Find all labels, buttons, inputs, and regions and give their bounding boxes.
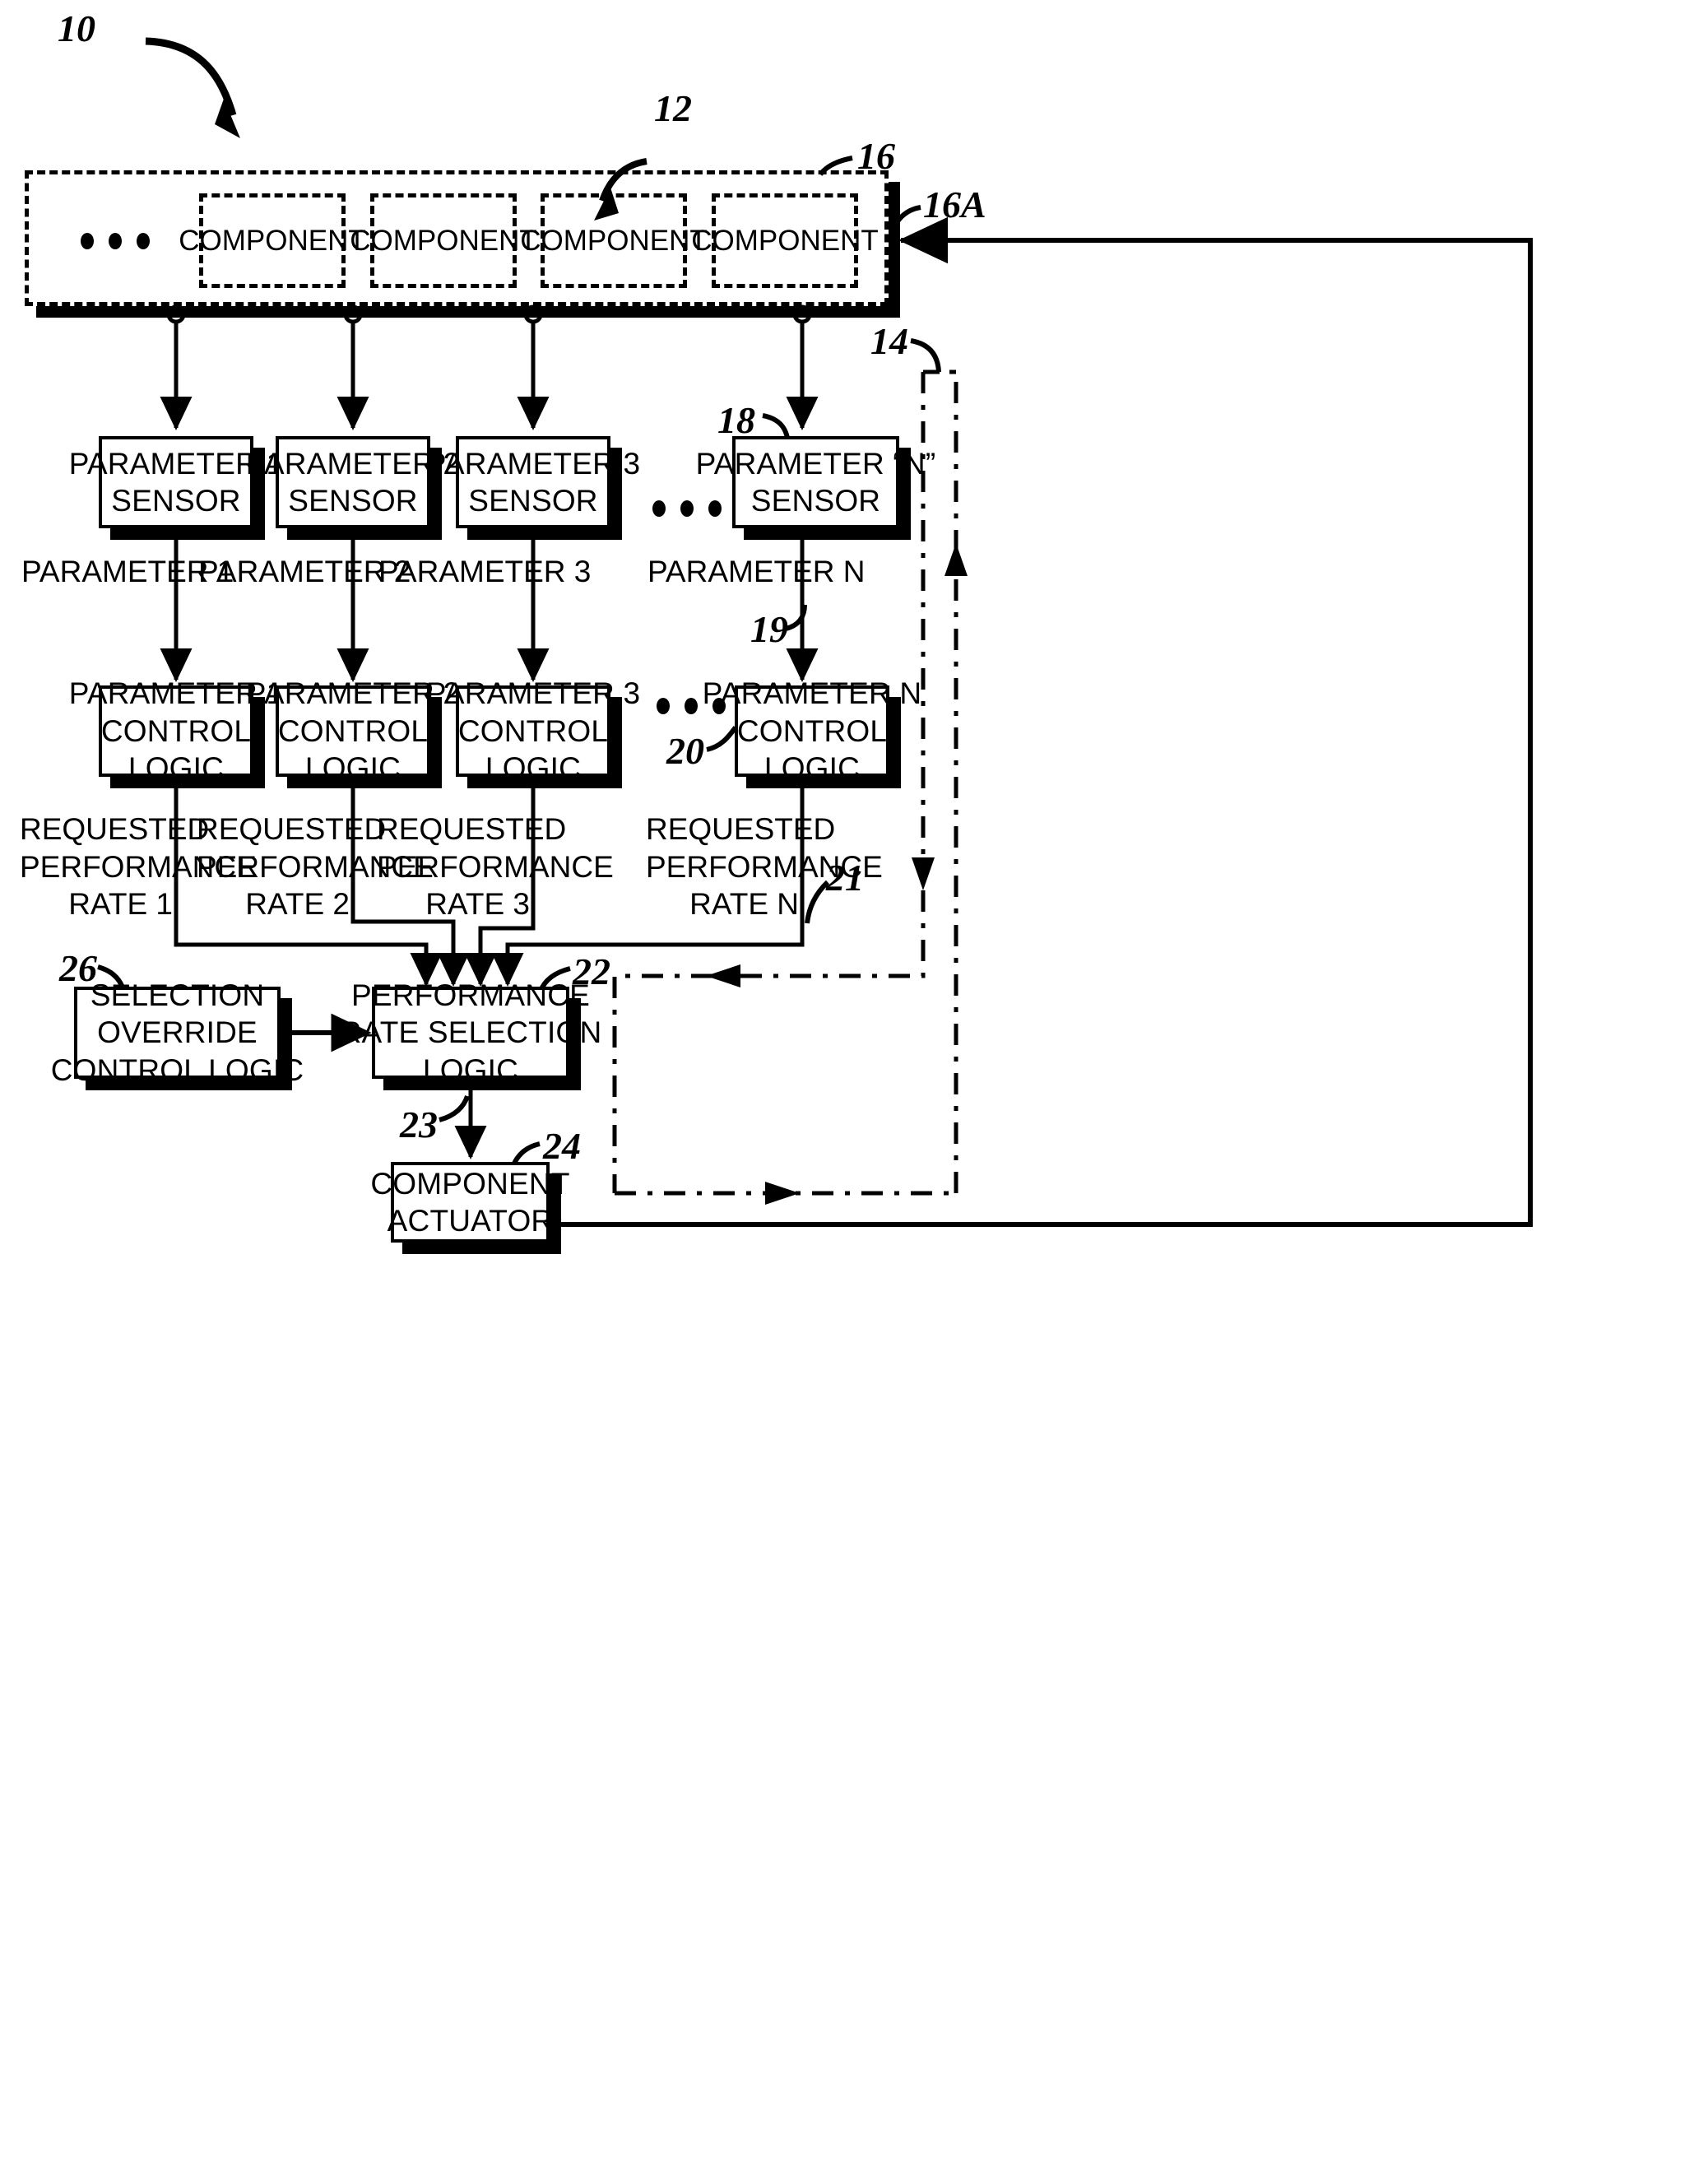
sensor-label-line1: PARAMETER “N” <box>695 446 936 481</box>
sensor-label-line2: SENSOR <box>111 484 241 518</box>
control-logic-line2: CONTROL <box>277 713 429 748</box>
performance-rate-selection-logic-box: PERFORMANCE RATE SELECTION LOGIC <box>340 978 602 1087</box>
sensor-tap-2 <box>336 304 369 431</box>
leader-10 <box>145 37 240 138</box>
component-box-1: COMPONENT <box>179 193 366 288</box>
control-logic-row-ellipsis <box>657 698 726 714</box>
component-label: COMPONENT <box>179 224 366 257</box>
requested-rate-line3: RATE 1 <box>68 887 173 921</box>
ref-numeral-23: 23 <box>400 1103 438 1145</box>
selection-override-line3: CONTROL LOGIC <box>50 1052 304 1087</box>
ref-numeral-14: 14 <box>870 320 908 362</box>
requested-rate-line2: PERFORMANCE <box>646 849 883 884</box>
ref-numeral-12: 12 <box>654 87 692 129</box>
sensor-tap-n <box>786 304 819 431</box>
sensor-label-line2: SENSOR <box>750 484 881 518</box>
control-logic-box-1: PARAMETER 1 CONTROL LOGIC <box>69 676 283 785</box>
patent-figure-canvas: 10 12 16 16A 14 18 19 20 21 22 23 24 26 … <box>0 0 1708 2179</box>
control-logic-box-3: PARAMETER 3 CONTROL LOGIC <box>426 676 640 785</box>
sensor-row-ellipsis <box>652 500 722 517</box>
requested-rate-label-1: REQUESTED PERFORMANCE RATE 1 <box>20 811 257 923</box>
ref-numeral-19: 19 <box>750 608 788 650</box>
ref-numeral-20: 20 <box>666 730 704 772</box>
sensor-tap-1 <box>160 304 193 431</box>
sensor-label-line1: PARAMETER 3 <box>425 446 641 481</box>
control-logic-line3: LOGIC <box>485 751 582 786</box>
component-box-2: COMPONENT <box>350 193 537 288</box>
control-logic-line3: LOGIC <box>304 751 401 786</box>
requested-rate-label-n: REQUESTED PERFORMANCE RATE N <box>646 811 883 923</box>
leader-14 <box>910 338 941 373</box>
ref-numeral-16a: 16A <box>923 184 986 225</box>
control-logic-line3: LOGIC <box>128 751 225 786</box>
control-logic-line3: LOGIC <box>763 751 861 786</box>
rate-selection-line3: LOGIC <box>422 1052 519 1087</box>
sensor-label-line2: SENSOR <box>468 484 598 518</box>
rate-selection-line2: RATE SELECTION <box>339 1015 602 1050</box>
sensor-label-line2: SENSOR <box>288 484 418 518</box>
leader-21 <box>805 880 830 924</box>
requested-rate-line2: PERFORMANCE <box>377 849 614 884</box>
requested-rate-line1: REQUESTED <box>197 812 387 846</box>
actuator-line1: COMPONENT <box>370 1166 570 1201</box>
sensor-tap-3 <box>517 304 550 431</box>
requested-rate-line1: REQUESTED <box>20 812 210 846</box>
rate-selection-line1: PERFORMANCE <box>351 978 590 1012</box>
requested-rate-line3: RATE N <box>689 887 799 921</box>
requested-rate-label-2: REQUESTED PERFORMANCE RATE 2 <box>197 811 434 923</box>
sensor-box-1: PARAMETER 1 SENSOR <box>69 436 283 528</box>
requested-rate-line3: RATE 3 <box>425 887 530 921</box>
requested-rate-line1: REQUESTED <box>646 812 836 846</box>
component-label: COMPONENT <box>350 224 537 257</box>
sensor-box-3: PARAMETER 3 SENSOR <box>426 436 640 528</box>
leader-23 <box>439 1094 470 1122</box>
selection-override-line2: OVERRIDE <box>97 1015 258 1050</box>
actuator-line2: ACTUATOR <box>387 1204 554 1238</box>
selection-override-control-logic-box: SELECTION OVERRIDE CONTROL LOGIC <box>51 978 304 1087</box>
component-box-3: COMPONENT <box>520 193 708 288</box>
leader-16a <box>889 205 921 236</box>
control-logic-line2: CONTROL <box>100 713 252 748</box>
parameter-signal-label-n: PARAMETER N <box>647 555 866 588</box>
parameter-signal-label-2: PARAMETER 2 <box>198 555 411 588</box>
component-box-4: COMPONENT <box>691 193 879 288</box>
selection-override-line1: SELECTION <box>90 978 265 1012</box>
requested-rate-line1: REQUESTED <box>377 812 567 846</box>
requested-rate-line3: RATE 2 <box>245 887 350 921</box>
component-label: COMPONENT <box>520 224 708 257</box>
component-actuator-box: COMPONENT ACTUATOR <box>370 1162 569 1243</box>
parameter-signal-label-3: PARAMETER 3 <box>378 555 592 588</box>
connector-layer <box>97 37 1533 1227</box>
parameter-signal-label-1: PARAMETER 1 <box>21 555 234 588</box>
sensor-box-n: PARAMETER “N” SENSOR <box>696 436 935 528</box>
ref-numeral-10: 10 <box>58 7 95 49</box>
control-logic-line1: PARAMETER N <box>702 676 922 711</box>
control-logic-line2: CONTROL <box>457 713 609 748</box>
leader-20 <box>706 726 738 752</box>
control-logic-line2: CONTROL <box>736 713 888 748</box>
control-logic-box-n: PARAMETER N CONTROL LOGIC <box>703 676 922 785</box>
control-logic-box-2: PARAMETER 2 CONTROL LOGIC <box>246 676 460 785</box>
component-label: COMPONENT <box>691 224 879 257</box>
control-logic-line1: PARAMETER 3 <box>425 676 641 711</box>
component-ellipsis <box>81 233 150 249</box>
requested-rate-label-3: REQUESTED PERFORMANCE RATE 3 <box>377 811 614 923</box>
sensor-box-2: PARAMETER 2 SENSOR <box>246 436 460 528</box>
